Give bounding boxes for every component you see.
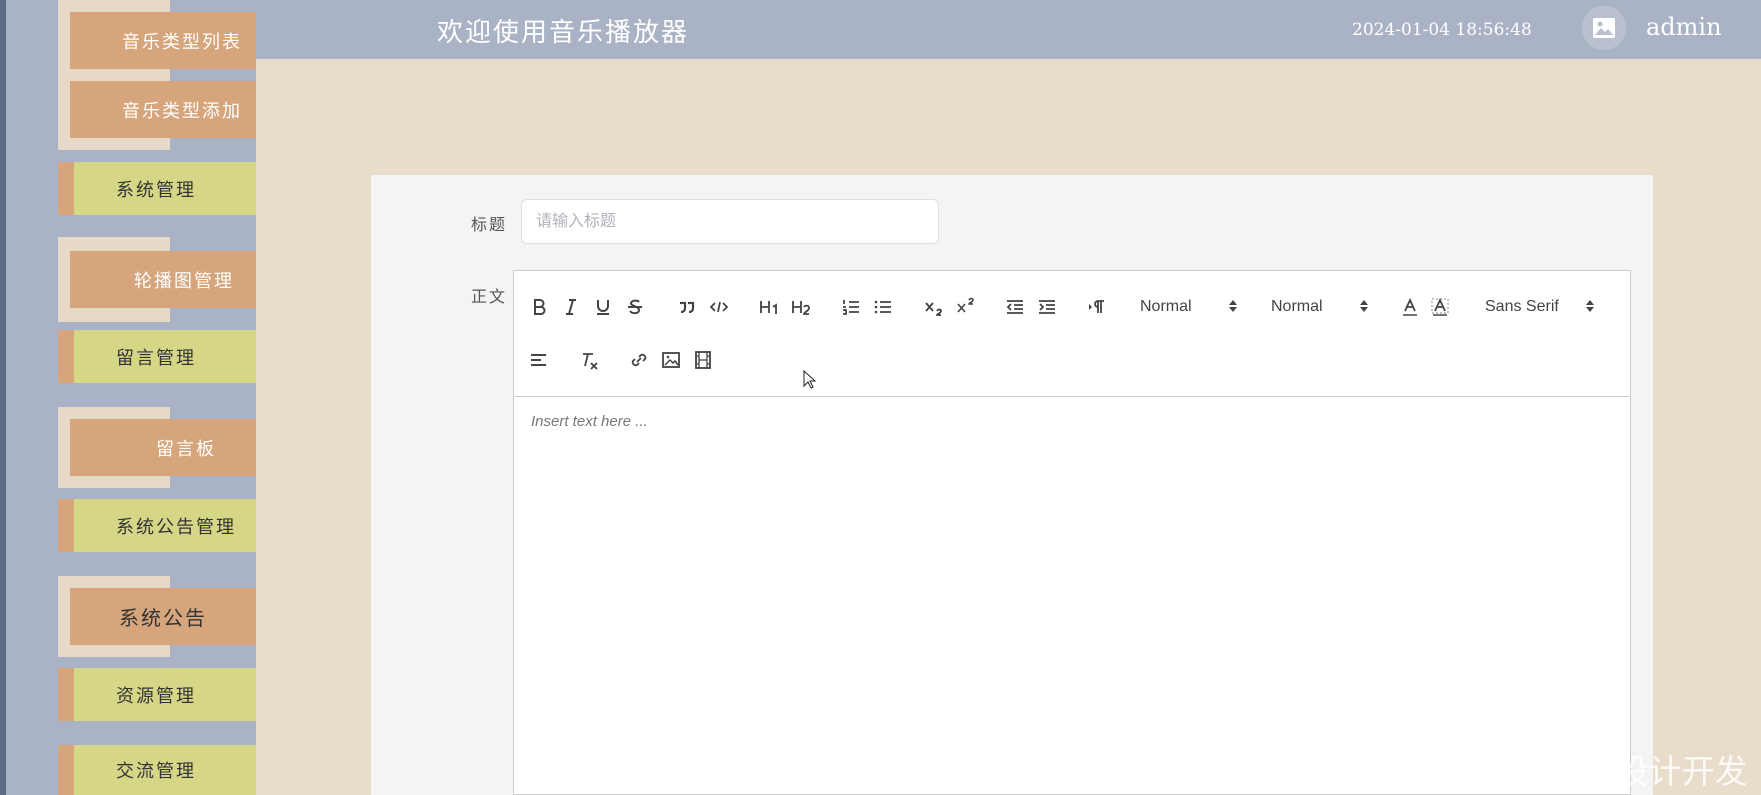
sidebar-item-carousel-management[interactable]: 轮播图管理	[70, 251, 256, 308]
image-button[interactable]	[659, 348, 683, 372]
clear-format-button[interactable]	[577, 348, 601, 372]
sidebar-item-message-management[interactable]: 留言管理	[58, 330, 256, 383]
size-picker-value: Normal	[1271, 298, 1323, 315]
username[interactable]: admin	[1646, 13, 1722, 41]
sidebar-item-label: 系统管理	[116, 179, 196, 201]
bold-icon	[534, 299, 546, 315]
header1-button[interactable]	[757, 295, 781, 319]
video-icon	[695, 351, 711, 369]
sidebar-group-message: 留言板	[58, 407, 256, 488]
top-header: 欢迎使用音乐播放器 2024-01-04 18:56:48 admin	[256, 0, 1761, 59]
updown-arrows-icon	[1229, 300, 1237, 312]
background-color-icon	[1431, 297, 1449, 316]
code-icon	[709, 301, 729, 313]
outdent-icon	[1006, 300, 1023, 314]
header-picker[interactable]: Normal	[1140, 295, 1238, 319]
code-block-button[interactable]	[707, 295, 731, 319]
h1-icon	[760, 301, 777, 314]
indent-icon	[1039, 300, 1055, 314]
sidebar-group-system: 轮播图管理	[58, 237, 256, 322]
sidebar-item-system-management[interactable]: 系统管理	[58, 162, 256, 215]
body-label: 正文	[471, 287, 508, 306]
image-icon	[662, 352, 680, 368]
text-color-button[interactable]	[1398, 295, 1422, 319]
header-picker-value: Normal	[1140, 298, 1192, 315]
sidebar-item-notice[interactable]: 系统公告	[70, 588, 256, 645]
strike-button[interactable]	[623, 295, 647, 319]
editor-toolbar: Normal Normal Sans Serif	[514, 271, 1630, 397]
link-icon	[631, 353, 647, 367]
watermark: CSDN @计算机毕业设计开发	[1313, 752, 1748, 791]
current-datetime: 2024-01-04 18:56:48	[1352, 20, 1532, 40]
bold-button[interactable]	[527, 295, 551, 319]
superscript-icon	[957, 297, 974, 313]
app-title: 欢迎使用音乐播放器	[437, 18, 690, 48]
underline-button[interactable]	[591, 295, 615, 319]
text-direction-button[interactable]	[1085, 295, 1109, 319]
quote-icon	[680, 301, 695, 314]
sidebar-item-notice-management[interactable]: 系统公告管理	[58, 499, 256, 552]
title-label: 标题	[471, 215, 508, 234]
sidebar-item-label: 交流管理	[116, 761, 196, 782]
sidebar-item-label: 留言管理	[116, 347, 196, 369]
size-picker[interactable]: Normal	[1271, 295, 1369, 319]
sidebar-item-message-board[interactable]: 留言板	[70, 419, 256, 476]
updown-arrows-icon	[1586, 300, 1594, 312]
subscript-icon	[925, 302, 942, 316]
updown-arrows-icon	[1360, 300, 1368, 312]
clear-format-icon	[583, 353, 598, 370]
font-picker-value: Sans Serif	[1485, 298, 1559, 315]
italic-icon	[566, 299, 576, 315]
video-button[interactable]	[691, 348, 715, 372]
blockquote-button[interactable]	[675, 295, 699, 319]
indent-button[interactable]	[1035, 295, 1059, 319]
sidebar-item-resource-management[interactable]: 资源管理	[58, 668, 256, 721]
editor-placeholder: Insert text here ...	[531, 413, 648, 430]
link-button[interactable]	[627, 348, 651, 372]
font-picker[interactable]: Sans Serif	[1485, 295, 1595, 319]
underline-icon	[597, 300, 609, 315]
sidebar-group-notice: 系统公告	[58, 576, 256, 657]
sidebar-item-label: 音乐类型列表	[122, 31, 242, 53]
strikethrough-icon	[628, 299, 642, 315]
sidebar-item-label: 资源管理	[116, 685, 196, 707]
mouse-pointer-icon	[803, 370, 817, 389]
title-input[interactable]	[521, 199, 939, 244]
sidebar-group-music-type: 音乐类型列表 音乐类型添加	[58, 0, 256, 150]
ordered-list-icon	[843, 300, 859, 315]
sidebar-item-label: 音乐类型添加	[122, 100, 242, 122]
sidebar-item-exchange-management[interactable]: 交流管理	[58, 745, 256, 795]
sidebar-item-label: 系统公告	[119, 606, 207, 630]
superscript-button[interactable]	[953, 295, 977, 319]
rich-text-editor: Normal Normal Sans Serif Insert text her…	[513, 270, 1631, 795]
sidebar-item-music-type-add[interactable]: 音乐类型添加	[70, 81, 256, 138]
sidebar-item-label: 系统公告管理	[116, 516, 236, 538]
bullet-list-icon	[874, 300, 891, 314]
align-button[interactable]	[527, 348, 551, 372]
paragraph-direction-icon	[1089, 300, 1104, 313]
h2-icon	[792, 301, 810, 315]
align-left-icon	[531, 354, 546, 366]
avatar[interactable]	[1582, 6, 1626, 50]
form-panel: 标题 正文	[371, 175, 1653, 795]
header2-button[interactable]	[789, 295, 813, 319]
italic-button[interactable]	[559, 295, 583, 319]
ordered-list-button[interactable]	[839, 295, 863, 319]
subscript-button[interactable]	[921, 295, 945, 319]
sidebar-item-music-type-list[interactable]: 音乐类型列表	[70, 12, 256, 69]
image-icon	[1593, 18, 1615, 38]
background-color-button[interactable]	[1428, 295, 1452, 319]
bullet-list-button[interactable]	[871, 295, 895, 319]
font-color-icon	[1403, 297, 1417, 316]
sidebar-item-label: 轮播图管理	[134, 270, 234, 292]
outdent-button[interactable]	[1003, 295, 1027, 319]
editor-content[interactable]: Insert text here ...	[514, 397, 1630, 794]
sidebar-item-label: 留言板	[156, 438, 216, 460]
